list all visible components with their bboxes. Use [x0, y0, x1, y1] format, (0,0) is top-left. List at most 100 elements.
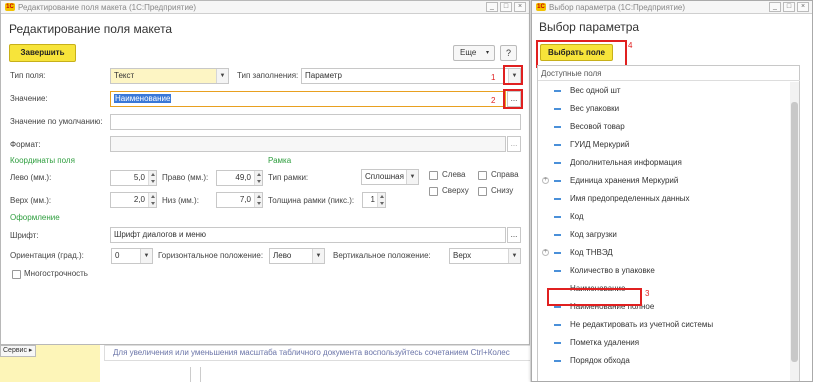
- list-item-label: Единица хранения Меркурий: [570, 176, 679, 185]
- frame-right-label: Справа: [491, 170, 519, 179]
- bottom-label: Низ (мм.):: [162, 196, 199, 205]
- spin-icon[interactable]: [148, 171, 156, 185]
- value-field[interactable]: Наименование: [110, 91, 506, 107]
- scrollbar-thumb[interactable]: [791, 102, 798, 362]
- list-item[interactable]: Код загрузки: [546, 226, 786, 244]
- more-button-label: Еще: [460, 48, 477, 57]
- finish-button[interactable]: Завершить: [9, 44, 76, 62]
- chevron-down-icon[interactable]: ▼: [406, 170, 418, 184]
- list-item[interactable]: Весовой товар: [546, 118, 786, 136]
- minimize-icon[interactable]: _: [769, 2, 781, 12]
- frame-left-checkbox[interactable]: [429, 171, 438, 180]
- minimize-icon[interactable]: _: [486, 2, 498, 12]
- list-item[interactable]: + Единица хранения Меркурий: [542, 172, 786, 190]
- close-icon[interactable]: ×: [797, 2, 809, 12]
- list-item-label: Дополнительная информация: [570, 158, 682, 167]
- window-titlebar: 1C Редактирование поля макета (1С:Предпр…: [1, 1, 529, 14]
- list-scrollbar[interactable]: [790, 82, 799, 381]
- frame-bottom-label: Снизу: [491, 186, 514, 195]
- coords-section-title: Координаты поля: [10, 156, 75, 165]
- halign-value: Лево: [273, 251, 292, 260]
- param-page-title: Выбор параметра: [539, 20, 640, 34]
- frame-thickness-label: Толщина рамки (пикс.):: [268, 196, 355, 205]
- left-value: 5,0: [133, 173, 145, 182]
- annotation-4: 4: [628, 41, 633, 50]
- field-icon: [554, 180, 561, 182]
- highlight-box-3: [547, 288, 642, 306]
- field-icon: [554, 252, 561, 254]
- bg-line: [190, 367, 191, 382]
- list-item[interactable]: ГУИД Меркурий: [546, 136, 786, 154]
- field-icon: [554, 108, 561, 110]
- list-item-label: Пометка удаления: [570, 338, 640, 347]
- field-icon: [554, 234, 561, 236]
- list-item-label: Вес упаковки: [570, 104, 620, 113]
- param-window-titlebar: 1C Выбор параметра (1С:Предприятие) _ □ …: [532, 1, 812, 14]
- chevron-down-icon[interactable]: ▼: [508, 249, 520, 263]
- multiline-checkbox[interactable]: [12, 270, 21, 279]
- maximize-icon[interactable]: □: [783, 2, 795, 12]
- spin-icon[interactable]: [254, 171, 262, 185]
- multiline-label: Многострочность: [24, 269, 88, 278]
- expand-icon[interactable]: +: [542, 249, 549, 256]
- top-input[interactable]: 2,0: [110, 192, 157, 208]
- window-title: Редактирование поля макета (1С:Предприят…: [18, 2, 197, 12]
- frame-type-label: Тип рамки:: [268, 173, 309, 182]
- font-select-button[interactable]: ...: [507, 227, 521, 243]
- spin-icon[interactable]: [148, 193, 156, 207]
- design-section-title: Оформление: [10, 213, 60, 222]
- fill-type-select[interactable]: Параметр ▼: [301, 68, 521, 84]
- close-icon[interactable]: ×: [514, 2, 526, 12]
- font-field[interactable]: Шрифт диалогов и меню: [110, 227, 506, 243]
- valign-value: Верх: [453, 251, 472, 260]
- field-icon: [554, 126, 561, 128]
- list-item[interactable]: Дополнительная информация: [546, 154, 786, 172]
- chevron-down-icon[interactable]: ▼: [140, 249, 152, 263]
- maximize-icon[interactable]: □: [500, 2, 512, 12]
- spin-icon[interactable]: [377, 193, 385, 207]
- spin-icon[interactable]: [254, 193, 262, 207]
- frame-type-select[interactable]: Сплошная ▼: [361, 169, 419, 185]
- frame-top-checkbox[interactable]: [429, 187, 438, 196]
- left-input[interactable]: 5,0: [110, 170, 157, 186]
- expand-icon[interactable]: +: [542, 177, 549, 184]
- list-item[interactable]: Количество в упаковке: [546, 262, 786, 280]
- field-icon: [554, 162, 561, 164]
- field-type-select[interactable]: Текст ▼: [110, 68, 229, 84]
- service-button[interactable]: Сервис ▸: [0, 345, 36, 357]
- help-button[interactable]: ?: [500, 45, 517, 61]
- list-item[interactable]: Пометка удаления: [546, 334, 786, 352]
- list-items: Вес одной шт Вес упаковки Весовой товар ГУИ…: [538, 82, 788, 381]
- bottom-input[interactable]: 7,0: [216, 192, 263, 208]
- list-item[interactable]: + Код ТНВЭД: [542, 244, 786, 262]
- format-field[interactable]: [110, 136, 506, 152]
- parameter-selection-window: 1C Выбор параметра (1С:Предприятие) _ □ …: [531, 0, 813, 382]
- more-button[interactable]: Еще ▾: [453, 45, 495, 61]
- frame-right-checkbox[interactable]: [478, 171, 487, 180]
- list-item[interactable]: Порядок обхода: [546, 352, 786, 370]
- list-item-label: Имя предопределенных данных: [570, 194, 690, 203]
- list-item[interactable]: Код: [546, 208, 786, 226]
- frame-bottom-checkbox[interactable]: [478, 187, 487, 196]
- default-value-field[interactable]: [110, 114, 521, 130]
- right-input[interactable]: 49,0: [216, 170, 263, 186]
- format-select-button[interactable]: ...: [507, 136, 521, 152]
- orientation-select[interactable]: 0 ▼: [111, 248, 153, 264]
- list-item[interactable]: Имя предопределенных данных: [546, 190, 786, 208]
- default-value-label: Значение по умолчанию:: [10, 117, 103, 126]
- field-icon: [554, 270, 561, 272]
- available-fields-list: Доступные поля Вес одной шт Вес упаковки В…: [537, 65, 800, 381]
- right-label: Право (мм.):: [162, 173, 209, 182]
- page-title: Редактирование поля макета: [9, 22, 173, 36]
- valign-select[interactable]: Верх ▼: [449, 248, 521, 264]
- frame-thickness-input[interactable]: 1: [362, 192, 386, 208]
- chevron-down-icon[interactable]: ▼: [216, 69, 228, 83]
- halign-select[interactable]: Лево ▼: [269, 248, 325, 264]
- list-item[interactable]: Вес упаковки: [546, 100, 786, 118]
- list-item-label: ГУИД Меркурий: [570, 140, 630, 149]
- field-icon: [554, 198, 561, 200]
- list-item[interactable]: Не редактировать из учетной системы: [546, 316, 786, 334]
- chevron-down-icon[interactable]: ▼: [312, 249, 324, 263]
- list-header-divider: [538, 80, 800, 81]
- list-item[interactable]: Вес одной шт: [546, 82, 786, 100]
